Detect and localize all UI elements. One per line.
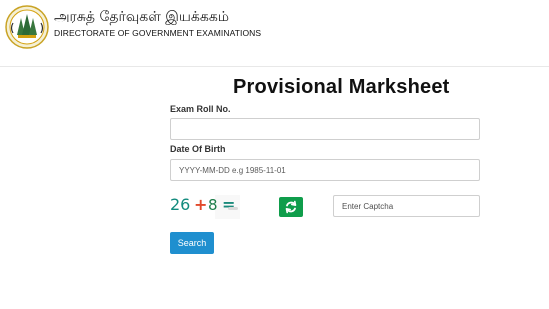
captcha-number-1: 26	[170, 195, 191, 214]
site-header: அரசுத் தேர்வுகள் இயக்ககம் DIRECTORATE OF…	[0, 0, 549, 67]
date-of-birth-input[interactable]	[170, 159, 480, 181]
captcha-number-2: 8	[208, 196, 218, 214]
refresh-captcha-button[interactable]	[279, 197, 303, 217]
provisional-marksheet-page: அரசுத் தேர்வுகள் இயக்ககம் DIRECTORATE OF…	[0, 0, 549, 309]
page-title: Provisional Marksheet	[233, 76, 450, 98]
brand-text: அரசுத் தேர்வுகள் இயக்ககம் DIRECTORATE OF…	[54, 8, 261, 39]
captcha-noise	[228, 207, 238, 210]
english-title: DIRECTORATE OF GOVERNMENT EXAMINATIONS	[54, 28, 262, 38]
date-of-birth-label: Date Of Birth	[170, 144, 226, 154]
captcha-input[interactable]	[333, 195, 480, 217]
exam-roll-label: Exam Roll No.	[170, 104, 231, 114]
captcha-operator: +	[194, 195, 208, 214]
refresh-icon	[279, 200, 303, 220]
tamil-nadu-emblem-icon	[4, 4, 50, 50]
emblem-graphic	[5, 5, 49, 49]
exam-roll-input[interactable]	[170, 118, 480, 140]
captcha-image: 26 + 8 =	[170, 195, 240, 219]
tamil-title: அரசுத் தேர்வுகள் இயக்ககம்	[54, 9, 230, 25]
captcha-equals: =	[222, 195, 236, 214]
search-button[interactable]: Search	[170, 232, 214, 254]
